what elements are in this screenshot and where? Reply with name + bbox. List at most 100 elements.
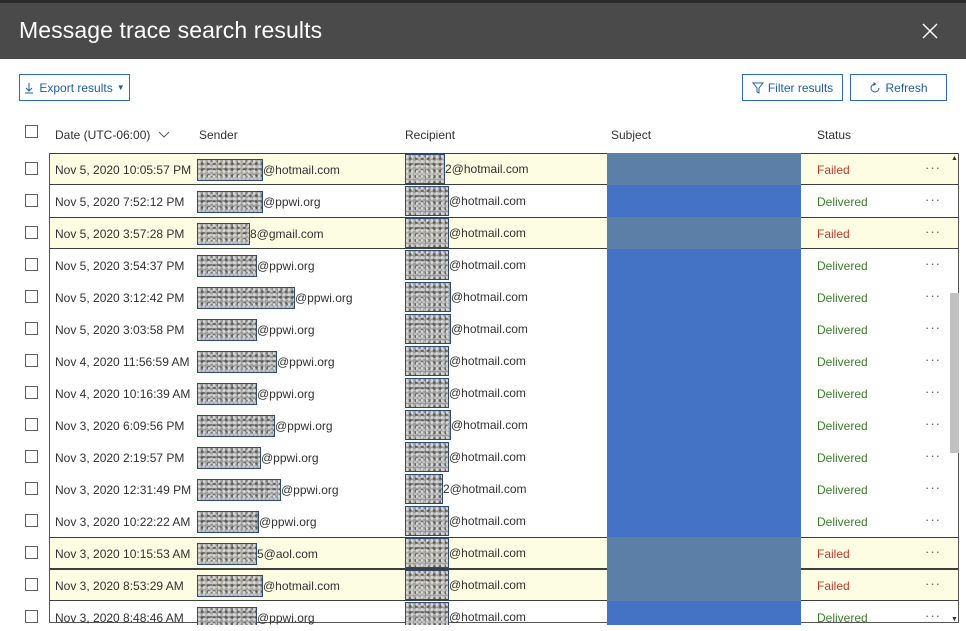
row-checkbox[interactable] bbox=[25, 386, 38, 399]
table-row[interactable]: Nov 3, 2020 10:15:53 AM 5@aol.com @hotma… bbox=[0, 537, 960, 569]
table-row[interactable]: Nov 5, 2020 10:05:57 PM @hotmail.com 2@h… bbox=[0, 153, 960, 185]
table-row[interactable]: Nov 3, 2020 12:31:49 PM @ppwi.org 2@hotm… bbox=[0, 473, 960, 505]
table-row[interactable]: Nov 3, 2020 8:53:29 AM @hotmail.com @hot… bbox=[0, 569, 960, 601]
more-actions-icon[interactable]: ··· bbox=[925, 192, 941, 207]
row-recipient: 2@hotmail.com bbox=[405, 474, 527, 504]
recipient-domain: @hotmail.com bbox=[449, 514, 526, 528]
row-sender: @ppwi.org bbox=[197, 318, 315, 342]
table-row[interactable]: Nov 4, 2020 10:16:39 AM @ppwi.org @hotma… bbox=[0, 377, 960, 409]
sender-domain: @ppwi.org bbox=[275, 419, 333, 433]
refresh-label: Refresh bbox=[885, 80, 928, 95]
more-actions-icon[interactable]: ··· bbox=[925, 576, 941, 591]
sender-domain: @hotmail.com bbox=[263, 163, 340, 177]
redacted-subject-block bbox=[607, 505, 801, 537]
table-row[interactable]: Nov 5, 2020 7:52:12 PM @ppwi.org @hotmai… bbox=[0, 185, 960, 217]
more-actions-icon[interactable]: ··· bbox=[925, 288, 941, 303]
table-row[interactable]: Nov 4, 2020 11:56:59 AM @ppwi.org @hotma… bbox=[0, 345, 960, 377]
row-checkbox[interactable] bbox=[25, 354, 38, 367]
more-actions-icon[interactable]: ··· bbox=[925, 256, 941, 271]
column-header-status[interactable]: Status bbox=[817, 128, 851, 142]
scroll-up-icon[interactable]: ▲ bbox=[951, 155, 958, 162]
row-checkbox[interactable] bbox=[25, 578, 38, 591]
table-row[interactable]: Nov 3, 2020 2:19:57 PM @ppwi.org @hotmai… bbox=[0, 441, 960, 473]
sender-domain: @ppwi.org bbox=[259, 515, 317, 529]
row-checkbox[interactable] bbox=[25, 610, 38, 623]
more-actions-icon[interactable]: ··· bbox=[925, 352, 941, 367]
row-checkbox[interactable] bbox=[25, 194, 38, 207]
redacted-recipient-image bbox=[405, 154, 445, 184]
results-grid: Nov 5, 2020 10:05:57 PM @hotmail.com 2@h… bbox=[0, 153, 966, 625]
refresh-button[interactable]: Refresh bbox=[850, 74, 947, 101]
redacted-recipient-image bbox=[405, 378, 449, 408]
table-row[interactable]: Nov 5, 2020 3:03:58 PM @ppwi.org @hotmai… bbox=[0, 313, 960, 345]
table-row[interactable]: Nov 5, 2020 3:54:37 PM @ppwi.org @hotmai… bbox=[0, 249, 960, 281]
filter-icon bbox=[751, 82, 764, 94]
select-all-checkbox[interactable] bbox=[25, 125, 38, 138]
filter-results-button[interactable]: Filter results bbox=[742, 74, 843, 101]
row-recipient: @hotmail.com bbox=[405, 218, 526, 248]
redacted-sender-image bbox=[197, 415, 275, 437]
row-sender: @ppwi.org bbox=[197, 382, 315, 406]
column-header-recipient[interactable]: Recipient bbox=[405, 128, 455, 142]
recipient-domain: @hotmail.com bbox=[451, 290, 528, 304]
row-checkbox[interactable] bbox=[25, 226, 38, 239]
more-actions-icon[interactable]: ··· bbox=[925, 544, 941, 559]
redacted-recipient-image bbox=[405, 282, 451, 312]
row-checkbox[interactable] bbox=[25, 258, 38, 271]
row-sender: @ppwi.org bbox=[197, 414, 333, 438]
more-actions-icon[interactable]: ··· bbox=[925, 448, 941, 463]
column-header-date[interactable]: Date (UTC-06:00) bbox=[55, 128, 170, 142]
row-date: Nov 5, 2020 3:03:58 PM bbox=[55, 323, 185, 337]
table-row[interactable]: Nov 5, 2020 3:57:28 PM 8@gmail.com @hotm… bbox=[0, 217, 960, 249]
row-checkbox[interactable] bbox=[25, 162, 38, 175]
row-checkbox[interactable] bbox=[25, 546, 38, 559]
table-row[interactable]: Nov 3, 2020 6:09:56 PM @ppwi.org @hotmai… bbox=[0, 409, 960, 441]
more-actions-icon[interactable]: ··· bbox=[925, 384, 941, 399]
row-checkbox[interactable] bbox=[25, 514, 38, 527]
scrollbar[interactable]: ▲ ▼ bbox=[949, 153, 960, 625]
redacted-recipient-image bbox=[405, 186, 449, 216]
export-results-button[interactable]: Export results ▼ bbox=[19, 74, 130, 101]
row-checkbox[interactable] bbox=[25, 418, 38, 431]
row-recipient: 2@hotmail.com bbox=[405, 154, 529, 184]
table-row[interactable]: Nov 5, 2020 3:12:42 PM @ppwi.org @hotmai… bbox=[0, 281, 960, 313]
scroll-down-icon[interactable]: ▼ bbox=[951, 616, 958, 623]
scrollbar-thumb[interactable] bbox=[950, 293, 959, 453]
status-label: Failed bbox=[817, 163, 850, 177]
table-row[interactable]: Nov 3, 2020 8:48:46 AM @ppwi.org @hotmai… bbox=[0, 601, 960, 625]
row-recipient: @hotmail.com bbox=[405, 538, 526, 568]
more-actions-icon[interactable]: ··· bbox=[925, 608, 941, 623]
redacted-sender-image bbox=[197, 223, 250, 245]
status-label: Failed bbox=[817, 579, 850, 593]
table-row[interactable]: Nov 3, 2020 10:22:22 AM @ppwi.org @hotma… bbox=[0, 505, 960, 537]
recipient-domain: @hotmail.com bbox=[451, 322, 528, 336]
redacted-subject-block bbox=[607, 153, 801, 185]
row-checkbox[interactable] bbox=[25, 450, 38, 463]
sender-domain: @ppwi.org bbox=[257, 611, 315, 625]
more-actions-icon[interactable]: ··· bbox=[925, 416, 941, 431]
more-actions-icon[interactable]: ··· bbox=[925, 160, 941, 175]
dialog-header: Message trace search results bbox=[0, 0, 966, 59]
row-checkbox[interactable] bbox=[25, 290, 38, 303]
redacted-subject-block bbox=[607, 569, 801, 601]
status-label: Delivered bbox=[817, 611, 868, 625]
more-actions-icon[interactable]: ··· bbox=[925, 480, 941, 495]
more-actions-icon[interactable]: ··· bbox=[925, 512, 941, 527]
close-icon[interactable] bbox=[920, 21, 940, 41]
recipient-domain: @hotmail.com bbox=[449, 354, 526, 368]
redacted-subject-block bbox=[607, 281, 801, 313]
redacted-subject-block bbox=[607, 345, 801, 377]
row-sender: @ppwi.org bbox=[197, 254, 315, 278]
column-header-sender[interactable]: Sender bbox=[199, 128, 238, 142]
status-label: Delivered bbox=[817, 483, 868, 497]
redacted-subject-block bbox=[607, 537, 801, 569]
row-checkbox[interactable] bbox=[25, 482, 38, 495]
row-date: Nov 3, 2020 10:15:53 AM bbox=[55, 547, 191, 561]
row-checkbox[interactable] bbox=[25, 322, 38, 335]
more-actions-icon[interactable]: ··· bbox=[925, 224, 941, 239]
status-label: Delivered bbox=[817, 451, 868, 465]
recipient-domain: @hotmail.com bbox=[449, 450, 526, 464]
sender-domain: @ppwi.org bbox=[263, 195, 321, 209]
more-actions-icon[interactable]: ··· bbox=[925, 320, 941, 335]
column-header-subject[interactable]: Subject bbox=[611, 128, 651, 142]
